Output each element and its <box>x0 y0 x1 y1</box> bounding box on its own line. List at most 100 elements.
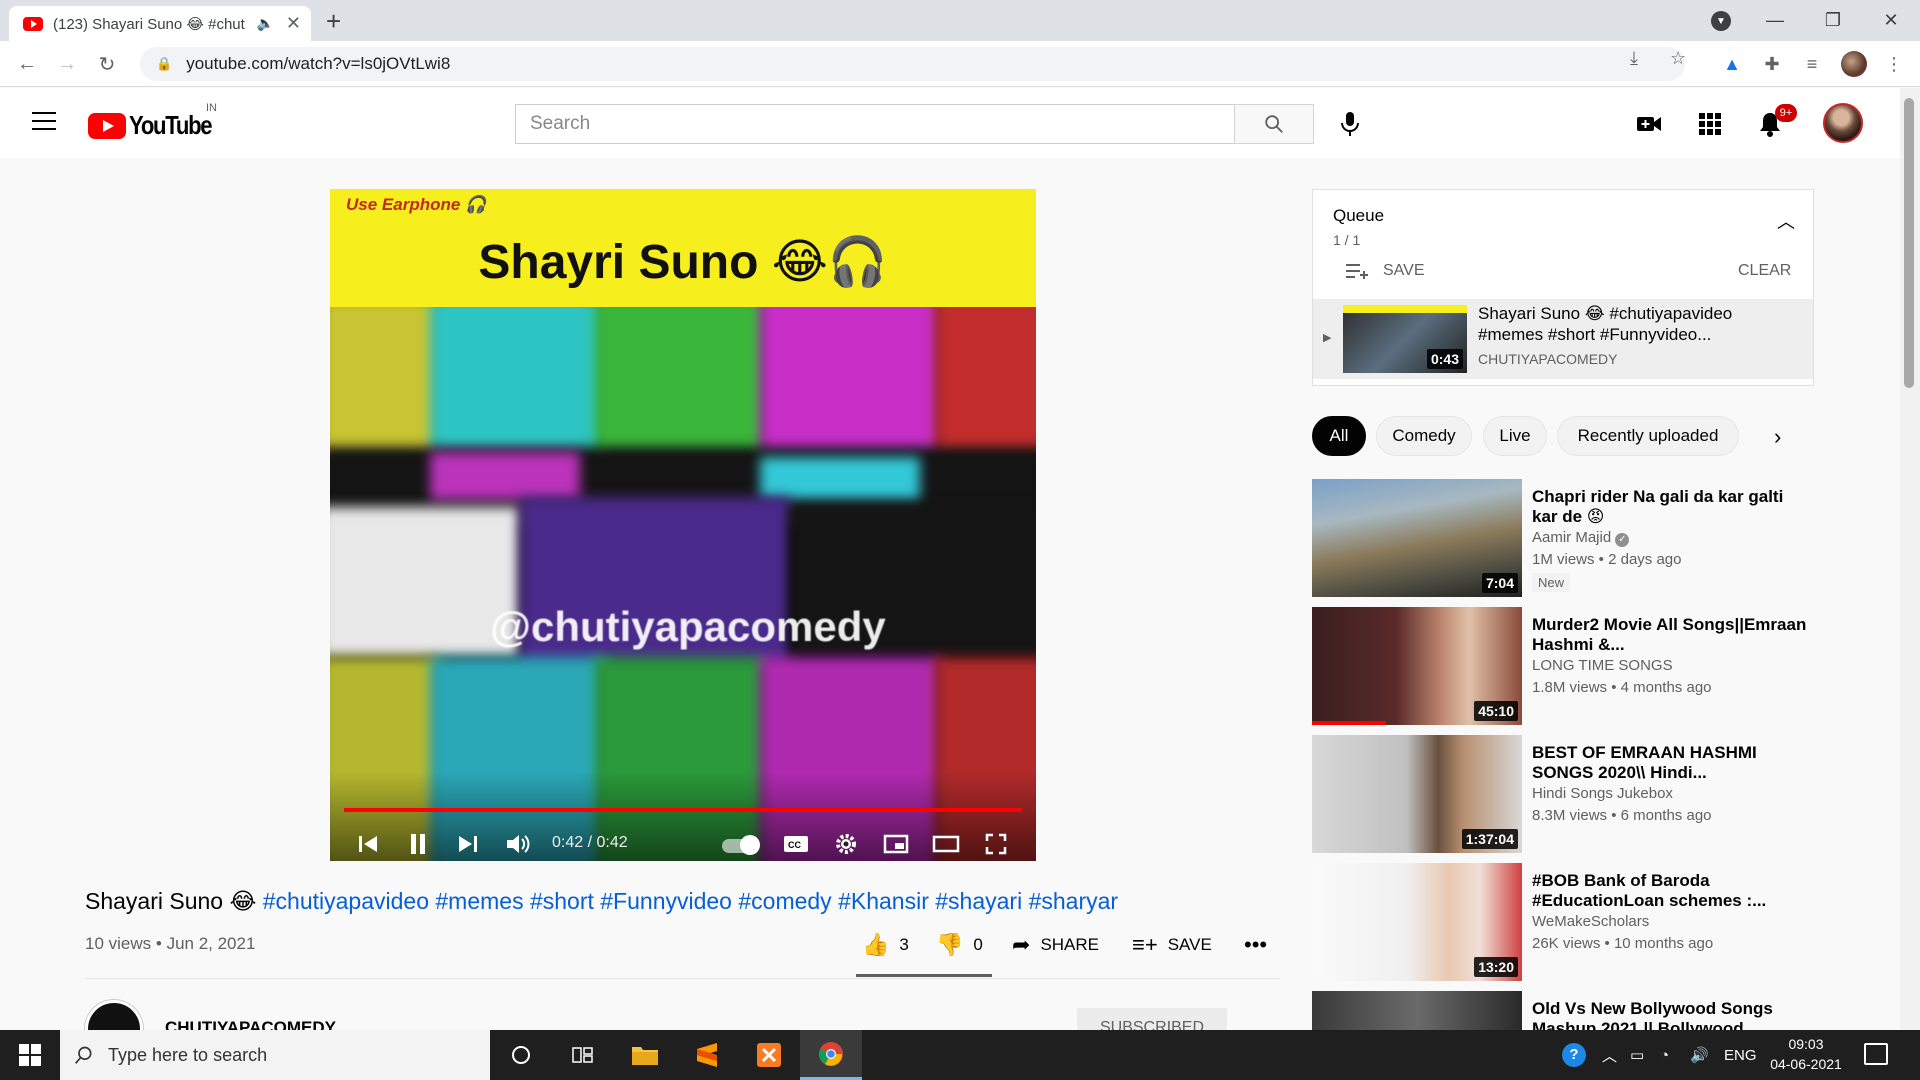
page-scrollbar[interactable] <box>1900 88 1920 1030</box>
voice-search-button[interactable] <box>1332 106 1368 142</box>
collapse-chevron-icon[interactable]: ︿ <box>1777 208 1795 234</box>
next-button[interactable] <box>450 829 486 859</box>
recommendation-duration: 45:10 <box>1474 701 1518 721</box>
miniplayer-button[interactable] <box>878 829 914 859</box>
xampp-button[interactable] <box>738 1030 800 1080</box>
file-explorer-button[interactable] <box>614 1030 676 1080</box>
recommendation-thumbnail[interactable]: 45:10 <box>1312 607 1522 725</box>
cortana-circle-icon <box>512 1046 530 1064</box>
save-button[interactable]: ≡+ SAVE <box>1132 932 1212 958</box>
recommendation-channel[interactable]: WeMakeScholars <box>1532 913 1649 930</box>
recommendation-item[interactable]: Old Vs New Bollywood Songs Mashup 2021 |… <box>1312 991 1822 1030</box>
share-button[interactable]: ➦ SHARE <box>1012 932 1099 958</box>
recommendation-title[interactable]: BEST OF EMRAAN HASHMI SONGS 2020\\ Hindi… <box>1532 743 1812 783</box>
fullscreen-button[interactable] <box>978 829 1014 859</box>
extensions-puzzle-icon[interactable]: ✚ <box>1760 52 1784 76</box>
dislike-button[interactable]: 👎 0 <box>936 932 983 958</box>
recommendation-title[interactable]: #BOB Bank of Baroda #EducationLoan schem… <box>1532 871 1812 911</box>
browser-profile-avatar[interactable] <box>1841 51 1867 77</box>
reload-icon[interactable]: ↻ <box>92 49 122 79</box>
action-center-icon[interactable] <box>1864 1043 1888 1065</box>
recommendation-thumbnail[interactable]: 1:37:04 <box>1312 735 1522 853</box>
language-indicator[interactable]: ENG <box>1724 1030 1757 1080</box>
scrollbar-thumb[interactable] <box>1904 98 1914 388</box>
recommendation-channel-name[interactable]: Aamir Majid <box>1532 529 1611 546</box>
recommendation-title[interactable]: Old Vs New Bollywood Songs Mashup 2021 |… <box>1532 999 1812 1030</box>
pause-button[interactable] <box>400 829 436 859</box>
forward-icon[interactable]: → <box>52 49 82 79</box>
recommendation-item[interactable]: 1:37:04 BEST OF EMRAAN HASHMI SONGS 2020… <box>1312 735 1822 855</box>
show-hidden-icons-chevron-icon[interactable]: ︿ <box>1602 1030 1617 1080</box>
tab-close-icon[interactable]: ✕ <box>286 13 301 34</box>
queue-clear-button[interactable]: CLEAR <box>1738 262 1791 280</box>
chrome-taskbar-button[interactable] <box>800 1030 862 1080</box>
recommendation-item[interactable]: 13:20 #BOB Bank of Baroda #EducationLoan… <box>1312 863 1822 983</box>
queue-item-thumbnail[interactable]: 0:43 <box>1343 305 1467 373</box>
account-avatar[interactable] <box>1823 103 1863 143</box>
recommendation-thumbnail[interactable]: 13:20 <box>1312 863 1522 981</box>
extension-icon[interactable]: ▲ <box>1720 52 1744 76</box>
tab-audio-icon[interactable]: 🔈 <box>256 15 273 32</box>
chip-recently-uploaded[interactable]: Recently uploaded <box>1557 416 1739 456</box>
more-actions-button[interactable]: ••• <box>1244 932 1277 958</box>
browser-menu-icon[interactable]: ⋮ <box>1882 52 1906 76</box>
chip-all[interactable]: All <box>1312 416 1366 456</box>
recommendation-channel[interactable]: LONG TIME SONGS <box>1532 657 1673 674</box>
chips-next-chevron-icon[interactable]: › <box>1774 424 1781 450</box>
recommendation-thumbnail[interactable] <box>1312 991 1522 1030</box>
chip-live[interactable]: Live <box>1483 416 1547 456</box>
guide-menu-icon[interactable] <box>32 112 56 130</box>
bookmark-star-icon[interactable]: ☆ <box>1670 48 1686 69</box>
close-window-icon[interactable]: ✕ <box>1864 0 1918 41</box>
volume-button[interactable] <box>500 829 536 859</box>
youtube-logo[interactable]: YouTube IN <box>88 102 226 141</box>
queue-item[interactable]: ▶ 0:43 Shayari Suno 😂 #chutiyapavideo #m… <box>1313 299 1813 379</box>
captions-button[interactable]: CC <box>778 829 814 859</box>
restore-icon[interactable]: ❐ <box>1806 0 1860 41</box>
speaker-icon[interactable]: 🔊 <box>1690 1030 1709 1080</box>
task-view-button[interactable] <box>552 1030 614 1080</box>
address-bar[interactable]: 🔒 youtube.com/watch?v=ls0jOVtLwi8 <box>140 47 1685 81</box>
recommendation-channel[interactable]: Hindi Songs Jukebox <box>1532 785 1673 802</box>
media-control-icon[interactable]: ≡ <box>1800 52 1824 76</box>
recommendation-title[interactable]: Chapri rider Na gali da kar galti kar de… <box>1532 487 1812 527</box>
task-view-icon <box>572 1047 593 1063</box>
recommendation-duration: 1:37:04 <box>1461 829 1518 849</box>
create-video-button[interactable] <box>1634 109 1664 139</box>
minimize-icon[interactable]: — <box>1748 0 1802 41</box>
browser-tab-active[interactable]: (123) Shayari Suno 😂 #chut 🔈 ✕ <box>9 6 311 41</box>
search-button[interactable] <box>1234 104 1314 144</box>
recommendation-item[interactable]: 7:04 Chapri rider Na gali da kar galti k… <box>1312 479 1822 599</box>
start-button[interactable] <box>0 1030 60 1080</box>
video-hashtags[interactable]: #chutiyapavideo #memes #short #Funnyvide… <box>263 888 1118 914</box>
settings-button[interactable] <box>828 829 864 859</box>
autoplay-toggle[interactable] <box>722 835 760 855</box>
previous-button[interactable] <box>350 829 386 859</box>
taskbar-search-input[interactable]: Type here to search <box>60 1030 490 1080</box>
theater-mode-button[interactable] <box>928 829 964 859</box>
progress-bar[interactable] <box>344 808 1022 812</box>
queue-save-button[interactable]: SAVE <box>1345 262 1425 280</box>
sublime-text-button[interactable] <box>676 1030 738 1080</box>
chip-comedy[interactable]: Comedy <box>1376 416 1472 456</box>
recommendation-thumbnail[interactable]: 7:04 <box>1312 479 1522 597</box>
like-button[interactable]: 👍 3 <box>862 932 909 958</box>
back-icon[interactable]: ← <box>12 49 42 79</box>
recommendation-item[interactable]: 45:10 Murder2 Movie All Songs||Emraan Ha… <box>1312 607 1822 727</box>
tab-search-icon[interactable]: ▼ <box>1711 11 1731 31</box>
recommendation-meta: 1.8M views • 4 months ago <box>1532 679 1712 696</box>
taskbar-clock[interactable]: 09:03 04-06-2021 <box>1770 1034 1842 1074</box>
video-player[interactable]: Use Earphone 🎧 Shayri Suno 😂🎧 @chutiyapa… <box>330 189 1036 861</box>
install-icon[interactable]: ⤓ <box>1630 48 1638 69</box>
wifi-icon[interactable]: ◔ <box>1660 1030 1669 1080</box>
help-tray-icon[interactable]: ? <box>1562 1030 1586 1080</box>
cortana-button[interactable] <box>490 1030 552 1080</box>
battery-icon[interactable]: ▭ <box>1630 1030 1644 1080</box>
recommendation-title[interactable]: Murder2 Movie All Songs||Emraan Hashmi &… <box>1532 615 1812 655</box>
queue-save-label: SAVE <box>1383 262 1425 279</box>
queue-item-title[interactable]: Shayari Suno 😂 #chutiyapavideo #memes #s… <box>1478 303 1798 345</box>
like-ratio-bar <box>856 974 992 977</box>
apps-button[interactable] <box>1695 109 1725 139</box>
new-tab-icon[interactable]: + <box>326 6 341 37</box>
search-input[interactable]: Search <box>515 104 1235 144</box>
